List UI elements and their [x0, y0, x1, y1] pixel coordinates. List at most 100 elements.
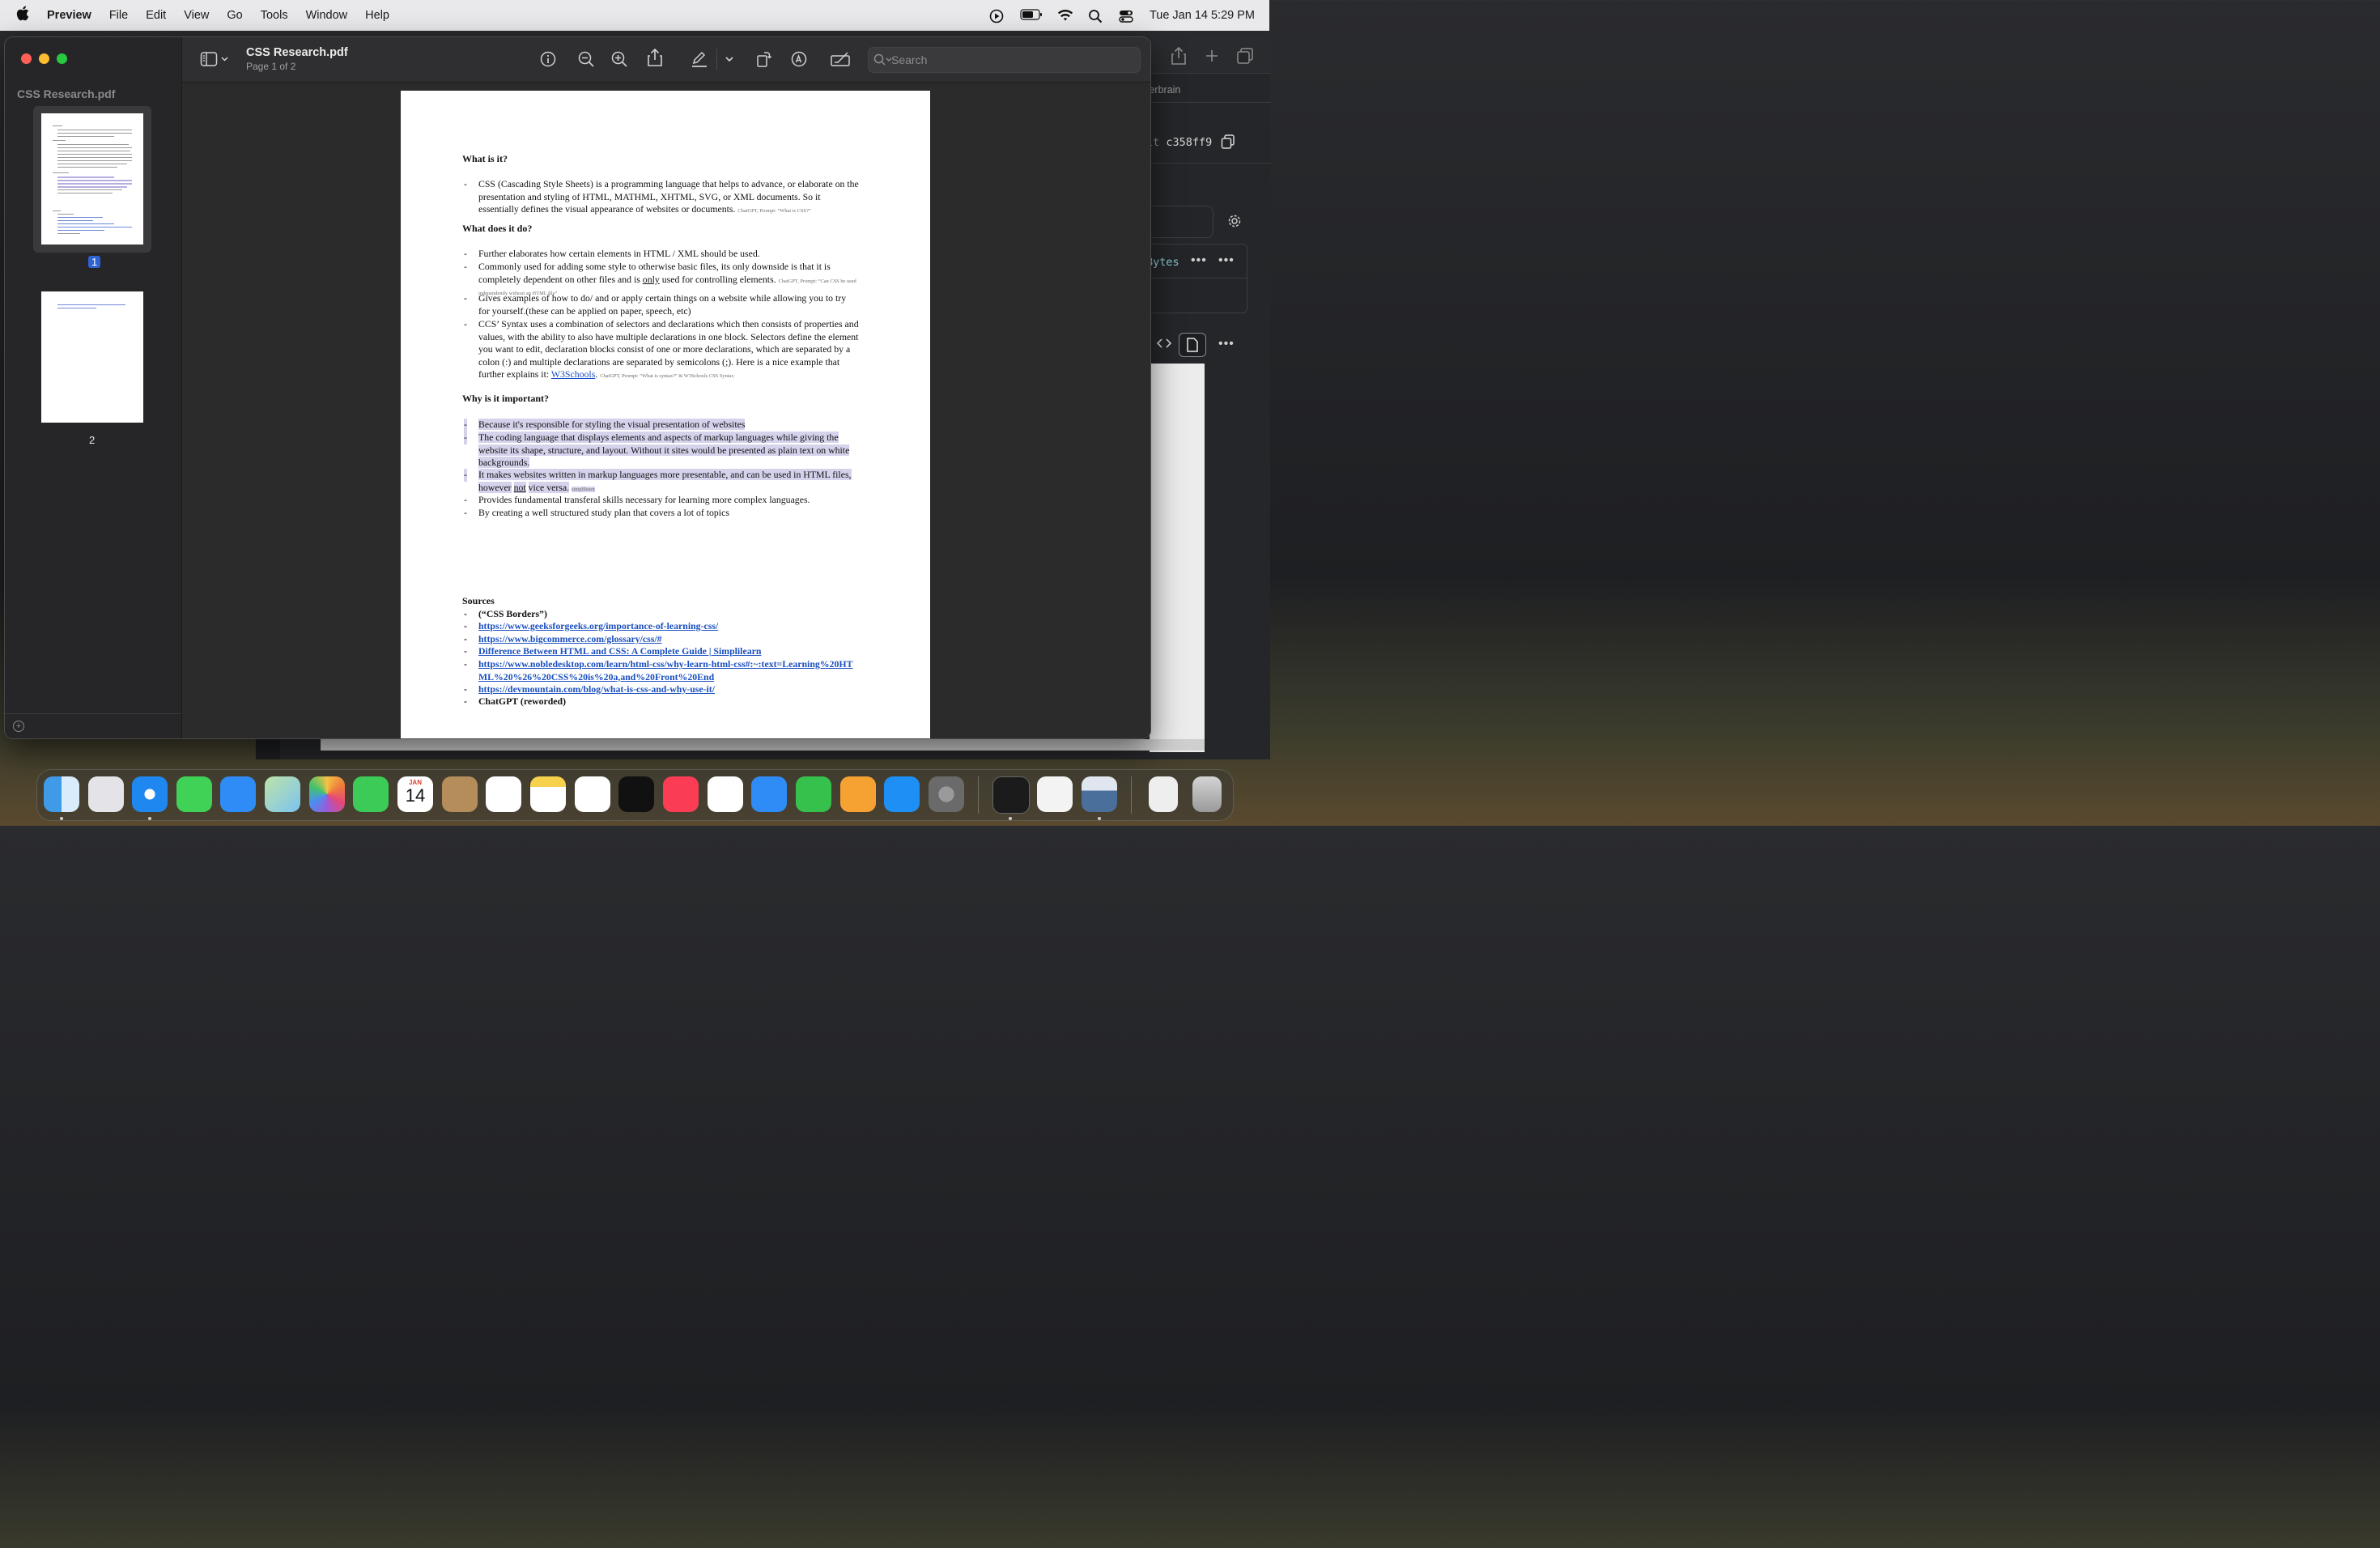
- launchpad-icon[interactable]: [88, 776, 124, 812]
- photos-icon[interactable]: [309, 776, 345, 812]
- thumbnail-sidebar: CSS Research.pdf 1 2 +: [5, 37, 182, 738]
- source-item: - ChatGPT (reworded): [464, 695, 567, 707]
- thumbnail-page-image-2: [41, 291, 143, 423]
- trash-icon[interactable]: [1192, 776, 1222, 812]
- spotlight-search-icon[interactable]: [1088, 9, 1104, 23]
- toolbar: CSS Research.pdf Page 1 of 2 Search: [182, 37, 1150, 83]
- wifi-icon[interactable]: [1057, 9, 1073, 22]
- numbers-icon[interactable]: [796, 776, 831, 812]
- add-page-icon[interactable]: +: [13, 721, 24, 732]
- form-fill-icon[interactable]: [830, 50, 852, 68]
- apple-menu-icon[interactable]: [16, 6, 37, 25]
- zoom-in-icon[interactable]: [610, 50, 628, 68]
- calendar-icon[interactable]: JAN 14: [397, 776, 433, 812]
- source-link[interactable]: - https://devmountain.com/blog/what-is-cs…: [464, 683, 867, 696]
- source-item: - (“CSS Borders”): [464, 608, 547, 619]
- reminders-icon[interactable]: [486, 776, 521, 812]
- background-scrollbar[interactable]: [321, 739, 1205, 751]
- sidebar-toggle-icon[interactable]: [200, 50, 232, 68]
- list-item-highlighted: - Because it's responsible for styling th…: [464, 419, 746, 432]
- terminal-icon[interactable]: [992, 776, 1030, 814]
- facetime-icon[interactable]: [353, 776, 389, 812]
- code-view-icon[interactable]: [1156, 337, 1172, 354]
- settings-gear-icon[interactable]: [1227, 214, 1242, 232]
- search-icon: [873, 53, 893, 70]
- close-button[interactable]: [21, 53, 32, 64]
- info-icon[interactable]: [539, 50, 557, 68]
- tv-icon[interactable]: [618, 776, 654, 812]
- documents-icon[interactable]: [1149, 776, 1178, 812]
- list-item: - By creating a well structured study pla…: [464, 507, 729, 518]
- toolbar-divider: [716, 49, 717, 70]
- heading-why-important: Why is it important?: [462, 393, 550, 404]
- menu-clock[interactable]: Tue Jan 14 5:29 PM: [1150, 9, 1255, 22]
- list-item: - Gives examples of how to do/ and or app…: [464, 292, 847, 317]
- more-options-icon-3[interactable]: •••: [1218, 337, 1235, 351]
- tab-overview-icon[interactable]: [1237, 48, 1253, 68]
- music-icon[interactable]: [663, 776, 699, 812]
- page-thumbnail-2[interactable]: [33, 284, 151, 431]
- minimize-button[interactable]: [39, 53, 49, 64]
- list-item: - Further elaborates how certain elements…: [464, 248, 760, 259]
- source-link[interactable]: - https://www.geeksforgeeks.org/importanc…: [464, 620, 867, 633]
- mail-icon[interactable]: [220, 776, 256, 812]
- list-item: - CSS (Cascading Style Sheets) is a progr…: [464, 178, 859, 215]
- more-options-icon[interactable]: •••: [1191, 253, 1207, 268]
- zoom-out-icon[interactable]: [577, 50, 595, 68]
- notes-icon[interactable]: [530, 776, 566, 812]
- maps-icon[interactable]: [265, 776, 300, 812]
- document-view-icon[interactable]: [1179, 333, 1206, 357]
- document-canvas: What is it? - CSS (Cascading Style Sheets…: [182, 83, 1150, 738]
- source-link[interactable]: - https://www.nobledesktop.com/learn/html…: [464, 658, 859, 683]
- background-preview-panel: [1150, 364, 1205, 752]
- highlight-menu-chevron-icon[interactable]: [725, 53, 734, 71]
- preview-icon[interactable]: [1082, 776, 1117, 812]
- menu-go[interactable]: Go: [227, 9, 242, 22]
- w3schools-link[interactable]: W3Schools: [551, 368, 595, 380]
- background-input-box[interactable]: [1150, 206, 1213, 238]
- source-link[interactable]: - https://www.bigcommerce.com/glossary/cs…: [464, 633, 867, 646]
- app-store-icon[interactable]: [884, 776, 920, 812]
- battery-icon[interactable]: [1020, 9, 1043, 22]
- dock-separator: [978, 776, 979, 814]
- markup-icon[interactable]: [790, 50, 808, 68]
- page-label-1[interactable]: 1: [88, 256, 101, 268]
- more-options-icon-2[interactable]: •••: [1218, 253, 1235, 268]
- page-label-2[interactable]: 2: [89, 434, 95, 446]
- textedit-icon[interactable]: [1037, 776, 1073, 812]
- background-tab-label[interactable]: terbrain: [1146, 84, 1180, 96]
- finder-icon[interactable]: [44, 776, 79, 812]
- new-tab-icon[interactable]: [1205, 49, 1219, 67]
- menu-file[interactable]: File: [109, 9, 128, 22]
- search-field[interactable]: Search: [868, 47, 1141, 73]
- share-icon-toolbar[interactable]: [646, 48, 664, 66]
- copy-icon[interactable]: [1221, 134, 1235, 153]
- page-thumbnail-1[interactable]: [33, 106, 151, 253]
- highlight-pen-icon[interactable]: [690, 50, 708, 68]
- rotate-icon[interactable]: [754, 50, 772, 68]
- news-icon[interactable]: [708, 776, 743, 812]
- safari-icon[interactable]: [132, 776, 168, 812]
- calendar-day: 14: [405, 785, 426, 806]
- menu-app-name[interactable]: Preview: [47, 9, 91, 22]
- menu-help[interactable]: Help: [365, 9, 389, 22]
- running-indicator: [1098, 817, 1101, 820]
- share-icon[interactable]: [1171, 46, 1187, 69]
- menu-edit[interactable]: Edit: [146, 9, 166, 22]
- keynote-icon[interactable]: [751, 776, 787, 812]
- control-center-icon[interactable]: [1119, 9, 1135, 23]
- system-settings-icon[interactable]: [929, 776, 964, 812]
- freeform-icon[interactable]: [575, 776, 610, 812]
- list-item: - Provides fundamental transferal skills …: [464, 494, 810, 505]
- menu-window[interactable]: Window: [306, 9, 348, 22]
- contacts-icon[interactable]: [442, 776, 478, 812]
- heading-what-does-it-do: What does it do?: [462, 223, 533, 234]
- search-placeholder: Search: [891, 53, 928, 66]
- zoom-button[interactable]: [57, 53, 67, 64]
- messages-icon[interactable]: [176, 776, 212, 812]
- source-link[interactable]: - Difference Between HTML and CSS: A Comp…: [464, 645, 867, 658]
- menu-tools[interactable]: Tools: [261, 9, 288, 22]
- now-playing-icon[interactable]: [989, 9, 1005, 23]
- menu-view[interactable]: View: [184, 9, 209, 22]
- pages-icon[interactable]: [840, 776, 876, 812]
